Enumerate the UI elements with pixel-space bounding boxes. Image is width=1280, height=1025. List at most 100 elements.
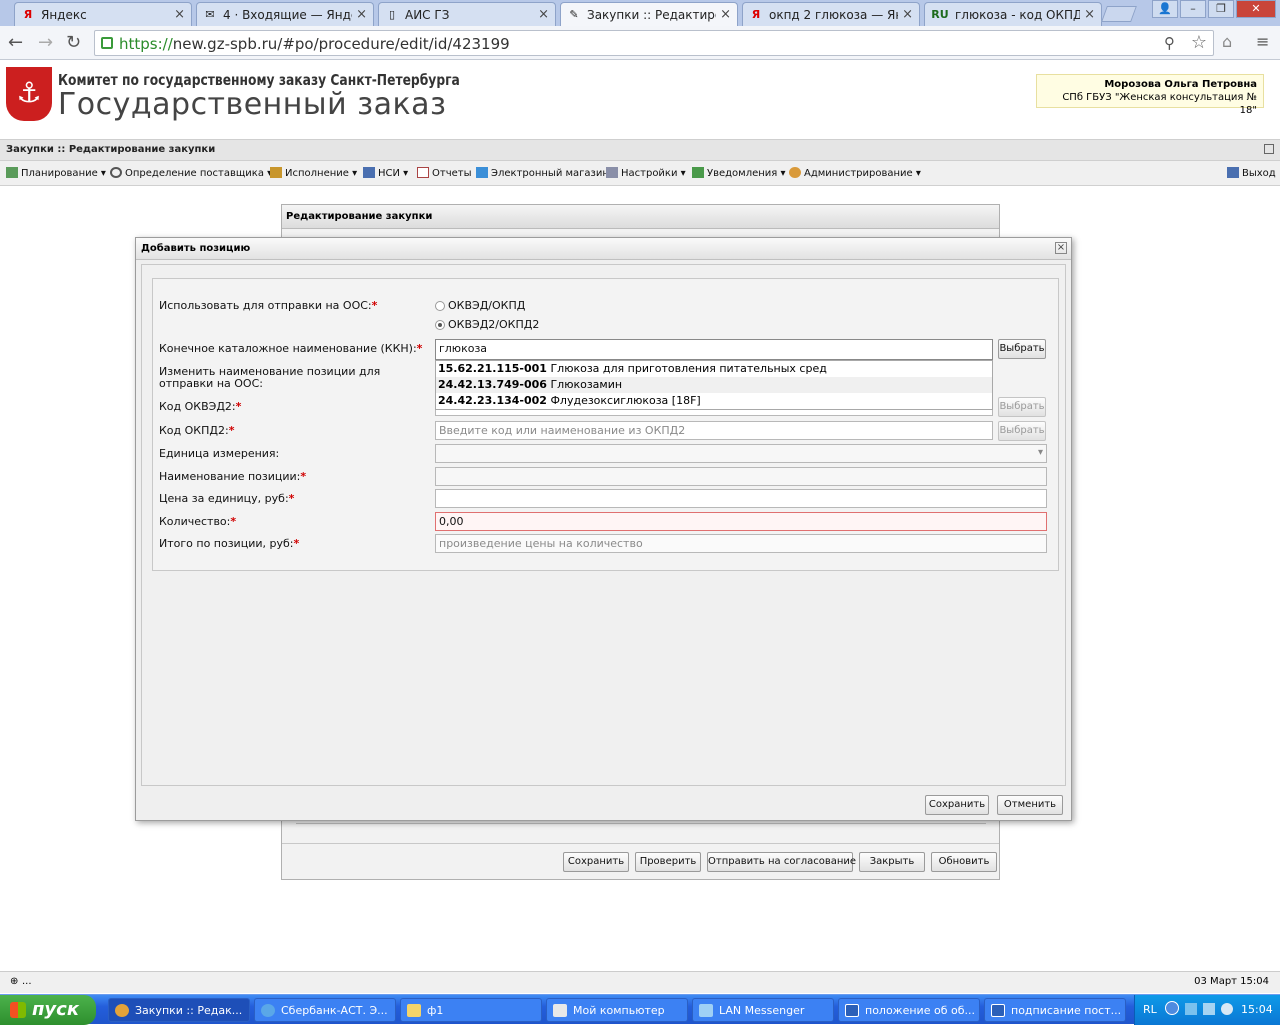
radio-okved-okpd[interactable] [435,301,445,311]
minimize-icon[interactable]: – [1180,0,1206,18]
required-mark: * [228,424,235,437]
okved2-choose-button[interactable]: Выбрать [998,397,1046,417]
volume-icon[interactable] [1203,1003,1215,1015]
planning-icon [6,167,18,178]
taskbar-item[interactable]: подписание пост... [984,998,1126,1022]
browser-tab[interactable]: Яокпд 2 глюкоза — Яндекс × [742,2,920,26]
execution-icon [270,167,282,178]
zoom-icon[interactable]: ⚲ [1164,34,1175,52]
close-tab-icon[interactable]: × [902,7,913,22]
logout-button[interactable]: Выход [1227,167,1276,179]
refresh-button[interactable]: Обновить [931,852,997,872]
menu-nsi[interactable]: НСИ ▾ [363,167,408,179]
close-tab-icon[interactable]: × [1084,7,1095,22]
kkn-suggestions: 15.62.21.115-001 Глюкоза для приготовлен… [435,360,993,410]
close-icon[interactable]: × [1055,242,1067,254]
user-icon[interactable]: 👤 [1152,0,1178,18]
site-header: ⚓ Комитет по государственному заказу Сан… [0,61,1280,139]
menu-reports[interactable]: Отчеты [417,167,471,179]
org-title: Государственный заказ [58,87,447,122]
task-label: Сбербанк-АСТ. Э... [281,1004,388,1017]
restore-icon[interactable]: ❐ [1208,0,1234,18]
close-tab-icon[interactable]: × [174,7,185,22]
suggestion-item[interactable]: 15.62.21.115-001 Глюкоза для приготовлен… [436,361,992,377]
clock-sync-icon[interactable] [1221,1003,1233,1015]
unit-label: Единица измерения: [159,447,280,460]
book-icon [363,167,375,178]
close-tab-icon[interactable]: × [356,7,367,22]
menu-label: Настройки ▾ [621,168,686,179]
menu-execution[interactable]: Исполнение ▾ [270,167,357,179]
label-text: Конечное каталожное наименование (ККН): [159,342,417,355]
menu-admin[interactable]: Администрирование ▾ [789,167,921,179]
taskbar-item[interactable]: ф1 [400,998,542,1022]
clock[interactable]: 15:04 [1241,1003,1273,1016]
task-label: положение об об... [865,1004,975,1017]
taskbar-item[interactable]: положение об об... [838,998,980,1022]
dialog-cancel-button[interactable]: Отменить [997,795,1063,815]
ru-site-icon: RU [931,8,949,21]
start-button[interactable]: пуск [0,995,96,1025]
taskbar-item[interactable]: LAN Messenger [692,998,834,1022]
taskbar-item[interactable]: Закупки :: Редак... [108,998,250,1022]
report-icon [417,167,429,178]
close-tab-icon[interactable]: × [538,7,549,22]
menu-eshop[interactable]: Электронный магазин [476,167,609,179]
maximize-icon[interactable] [1264,144,1274,154]
menu-planning[interactable]: Планирование ▾ [6,167,106,179]
taskbar-item[interactable]: Сбербанк-АСТ. Э... [254,998,396,1022]
radio-okved2-okpd2[interactable] [435,320,445,330]
check-button[interactable]: Проверить [635,852,701,872]
browser-tab[interactable]: Я Яндекс × [14,2,192,26]
browser-tab[interactable]: ▯ АИС ГЗ × [378,2,556,26]
home-icon[interactable]: ⌂ [1222,32,1232,51]
total-input[interactable]: произведение цены на количество [435,534,1047,553]
browser-tab[interactable]: RU глюкоза - код ОКПД2 ста× [924,2,1102,26]
menu-label: Уведомления ▾ [707,168,786,179]
label-text: Количество: [159,515,231,528]
menu-notifications[interactable]: Уведомления ▾ [692,167,786,179]
forward-icon[interactable]: → [38,32,53,53]
required-mark: * [293,537,300,550]
browser-tab-active[interactable]: ✎ Закупки :: Редактирован × [560,2,738,26]
new-tab-button[interactable] [1101,6,1137,22]
language-indicator[interactable]: RL [1143,1003,1157,1016]
panel-save-button[interactable]: Сохранить [563,852,629,872]
browser-tab[interactable]: ✉ 4 · Входящие — Яндекс.П × [196,2,374,26]
rename-label: Изменить наименование позиции для отправ… [159,365,381,390]
kkn-input[interactable]: глюкоза [435,339,993,360]
quantity-input[interactable]: 0,00 [435,512,1047,531]
user-info: Морозова Ольга Петровна СПб ГБУЗ "Женска… [1036,74,1264,116]
unit-select[interactable]: ▾ [435,444,1047,463]
okpd2-input[interactable]: Введите код или наименование из ОКПД2 [435,421,993,440]
kkn-choose-button[interactable]: Выбрать [998,339,1046,359]
required-mark: * [416,342,423,355]
lock-icon [101,37,113,49]
send-approval-button[interactable]: Отправить на согласование [707,852,856,872]
reload-icon[interactable]: ↻ [66,32,81,53]
back-icon[interactable]: ← [8,32,23,53]
close-window-icon[interactable]: ✕ [1236,0,1276,18]
close-tab-icon[interactable]: × [720,7,731,22]
price-input[interactable] [435,489,1047,508]
user-name: Морозова Ольга Петровна [1104,79,1257,90]
url-field[interactable]: https://new.gz-spb.ru/#po/procedure/edit… [94,30,1214,56]
dialog-save-button[interactable]: Сохранить [925,795,989,815]
position-name-input[interactable] [435,467,1047,486]
radio-label: ОКВЭД2/ОКПД2 [448,318,540,331]
tray-expand-icon[interactable] [1165,1001,1179,1015]
menu-label: Администрирование ▾ [804,168,921,179]
star-icon[interactable]: ☆ [1191,32,1207,53]
menu-settings[interactable]: Настройки ▾ [606,167,686,179]
okpd2-choose-button[interactable]: Выбрать [998,421,1046,441]
suggestion-item[interactable]: 24.42.23.134-002 Флудезоксиглюкоза [18F] [436,393,992,409]
close-button[interactable]: Закрыть [859,852,925,872]
menu-icon[interactable]: ≡ [1256,32,1269,51]
suggestion-item[interactable]: 24.42.13.749-006 Глюкозамин [436,377,992,393]
taskbar-item[interactable]: Мой компьютер [546,998,688,1022]
menu-supplier[interactable]: Определение поставщика ▾ [110,167,272,179]
network-icon[interactable] [1185,1003,1197,1015]
task-label: Мой компьютер [573,1004,665,1017]
browser-tab-bar: Я Яндекс × ✉ 4 · Входящие — Яндекс.П × ▯ АИС … [0,0,1280,26]
tab-title: Яндекс [41,7,87,22]
